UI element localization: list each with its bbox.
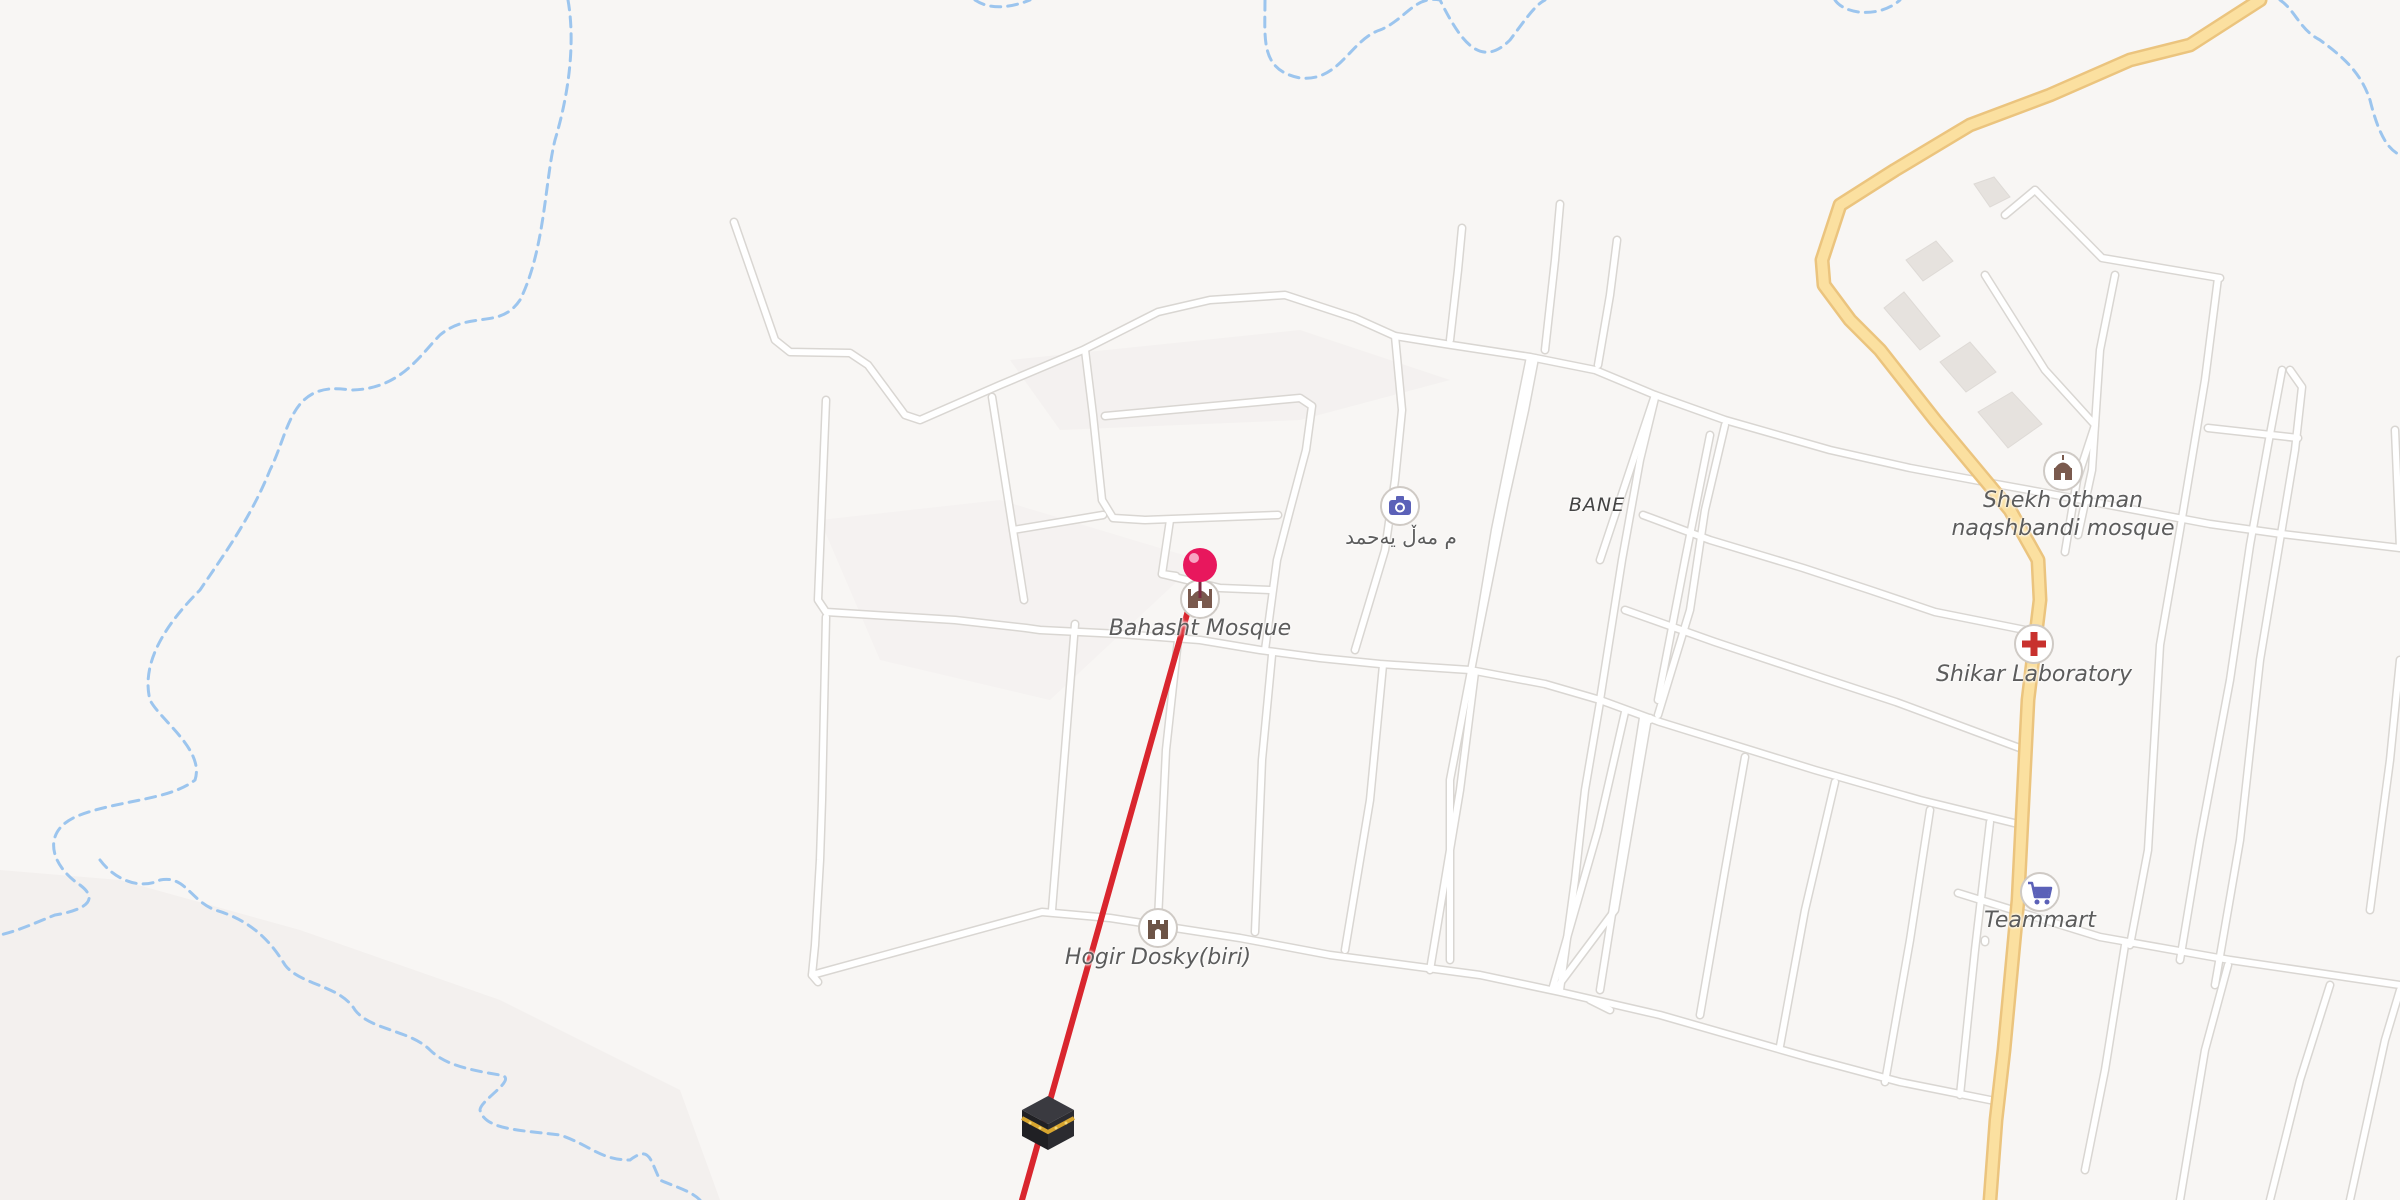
- stream-north-2: [1263, 0, 1547, 80]
- medical-cross-icon: [2014, 624, 2054, 664]
- road-segment-36[interactable]: [1882, 807, 1933, 1085]
- road-segment-42[interactable]: [2127, 275, 2221, 948]
- poi-label-shekh-othman-mosque[interactable]: Shekh othman naqshbandi mosque: [1951, 487, 2174, 543]
- buildings: [1883, 176, 2043, 449]
- road-segment-37[interactable]: [1957, 819, 1993, 1098]
- poi-label-bahasht-mosque[interactable]: Bahasht Mosque: [1109, 615, 1291, 643]
- road-segment-29[interactable]: [1597, 715, 1646, 993]
- stream-north-3: [1833, 0, 1902, 14]
- shopping-cart-icon: [2020, 872, 2060, 912]
- poi-label-teammart[interactable]: Teammart: [1984, 907, 2096, 935]
- road-segment-40[interactable]: [2002, 187, 2038, 218]
- poi-label-shikar-laboratory[interactable]: Shikar Laboratory: [1936, 661, 2132, 689]
- stream-north-1: [973, 0, 1032, 9]
- road-segment-10[interactable]: [1159, 571, 1179, 579]
- road-segment-3[interactable]: [809, 909, 2003, 1105]
- shekh-othman-mosque-icon: [2043, 451, 2083, 491]
- road-segment-39[interactable]: [2032, 187, 2223, 281]
- landuse-layer: [0, 330, 1450, 1200]
- stream-west: [0, 0, 573, 937]
- poi-label-viewpoint[interactable]: م مەڵ یەحمد: [1345, 523, 1457, 551]
- camera-icon: [1380, 486, 1420, 526]
- road-segment-15[interactable]: [1542, 201, 1563, 353]
- poi-label-line-1: Shekh othman: [1982, 488, 2143, 513]
- road-segment-53[interactable]: [2347, 987, 2400, 1200]
- road-casing-layer: [729, 185, 2400, 1200]
- map-canvas[interactable]: [0, 0, 2400, 1200]
- road-segment-14[interactable]: [1595, 237, 1620, 368]
- kaaba-icon[interactable]: [1021, 1096, 1075, 1150]
- road-segment-50[interactable]: [2082, 942, 2128, 1173]
- road-segment-25[interactable]: [1655, 432, 1713, 703]
- castle-icon: [1138, 908, 1178, 948]
- area-label-bane: BANE: [1568, 494, 1626, 516]
- stream-northeast: [2278, 0, 2400, 157]
- map-view[interactable]: BANE Bahasht Mosque Shekh othman naqshba…: [0, 0, 2400, 1200]
- poi-label-hogir-dosky[interactable]: Hogir Dosky(biri): [1065, 944, 1251, 972]
- road-segment-48[interactable]: [2367, 657, 2400, 913]
- road-segment-22[interactable]: [1342, 662, 1386, 953]
- poi-label-line-2: naqshbandi mosque: [1951, 516, 2175, 541]
- road-casing-3: [807, 907, 2005, 1107]
- road-segment-34[interactable]: [1697, 754, 1748, 1018]
